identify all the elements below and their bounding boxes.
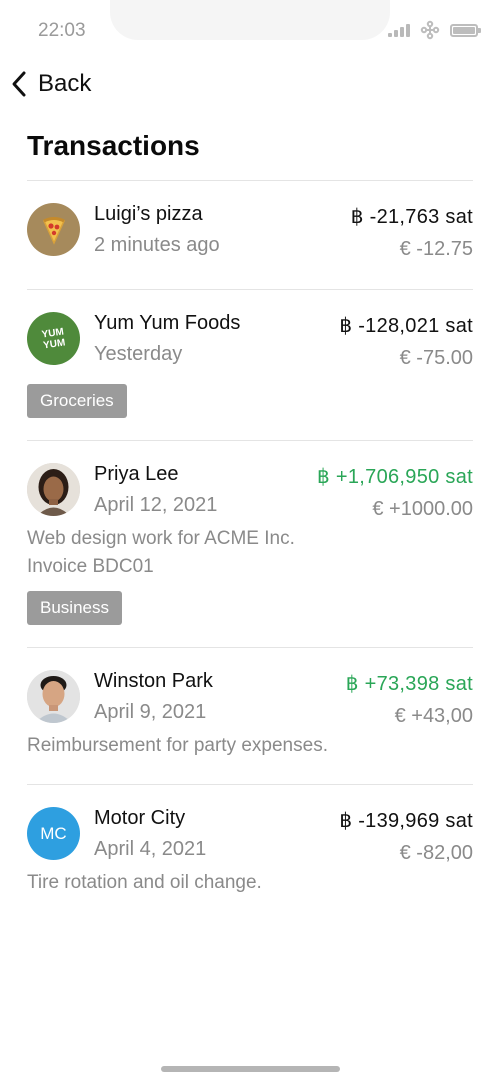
avatar-initials: MC (40, 823, 67, 843)
transaction-amount: ฿ +1,706,950 sat (317, 466, 473, 488)
page-title: Transactions (27, 130, 200, 161)
transaction-amount: ฿ -128,021 sat (339, 315, 473, 337)
transaction-amount: ฿ -139,969 sat (339, 810, 473, 832)
chevron-left-icon (12, 71, 26, 97)
merchant-avatar (27, 203, 80, 256)
status-icons (388, 20, 481, 40)
category-tag[interactable]: Groceries (27, 384, 127, 418)
transaction-name: Winston Park (94, 670, 213, 692)
transaction-date: April 4, 2021 (94, 838, 207, 860)
transaction-description: Reimbursement for party expenses. (27, 735, 328, 756)
transaction-amount: ฿ -21,763 sat (350, 206, 473, 228)
transaction-name: Motor City (94, 807, 186, 829)
transaction-fiat: € -75.00 (399, 347, 473, 369)
transaction-name: Priya Lee (94, 463, 179, 485)
contact-avatar (27, 463, 80, 516)
status-time: 22:03 (38, 20, 86, 41)
avatar-logo-text: YUM (42, 336, 67, 351)
pizza-icon (42, 216, 65, 245)
back-button[interactable]: Back (10, 66, 91, 102)
transaction-name: Luigi’s pizza (94, 203, 203, 225)
transaction-description: Tire rotation and oil change. (27, 872, 262, 893)
person-photo-icon (27, 670, 80, 723)
device-notch (110, 0, 390, 40)
transaction-fiat: € +43,00 (394, 705, 473, 727)
home-indicator[interactable] (161, 1066, 340, 1072)
transaction-fiat: € -82,00 (399, 842, 473, 864)
transaction-fiat: € -12.75 (399, 238, 473, 260)
transaction-description: Invoice BDC01 (27, 556, 154, 577)
transaction-list: Luigi’s pizza 2 minutes ago ฿ -21,763 sa… (23, 180, 473, 921)
transaction-date: 2 minutes ago (94, 234, 220, 256)
back-label: Back (38, 70, 92, 97)
transaction-amount: ฿ +73,398 sat (345, 673, 473, 695)
merchant-avatar: MC (27, 807, 80, 860)
contact-avatar (27, 670, 80, 723)
transaction-item[interactable]: MC Motor City April 4, 2021 ฿ -139,969 s… (27, 784, 473, 921)
signal-icon (388, 23, 410, 37)
merchant-avatar: YUM YUM (23, 308, 84, 369)
transaction-item[interactable]: Priya Lee April 12, 2021 ฿ +1,706,950 sa… (27, 440, 473, 647)
battery-icon (450, 23, 481, 37)
transaction-fiat: € +1000.00 (372, 498, 473, 520)
person-photo-icon (27, 463, 80, 516)
transaction-item[interactable]: YUM YUM Yum Yum Foods Yesterday ฿ -128,0… (23, 289, 473, 440)
transaction-date: April 12, 2021 (94, 494, 218, 516)
category-tag[interactable]: Business (27, 591, 122, 625)
transaction-date: April 9, 2021 (94, 701, 207, 723)
transaction-date: Yesterday (94, 343, 183, 365)
transaction-name: Yum Yum Foods (94, 312, 241, 334)
network-icon (420, 20, 440, 40)
status-bar: 22:03 (0, 0, 500, 60)
transaction-item[interactable]: Winston Park April 9, 2021 ฿ +73,398 sat… (27, 647, 473, 784)
transaction-item[interactable]: Luigi’s pizza 2 minutes ago ฿ -21,763 sa… (27, 180, 473, 289)
